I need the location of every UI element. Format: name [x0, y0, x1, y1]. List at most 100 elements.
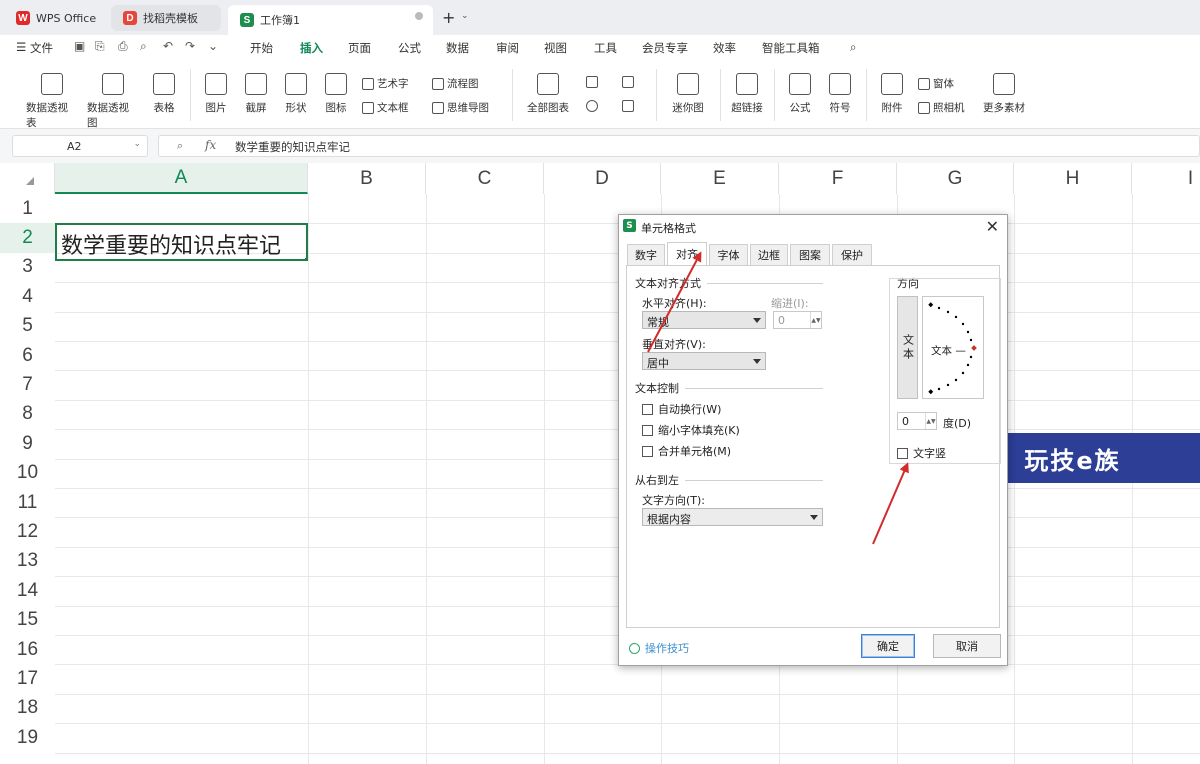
row-header-11[interactable]: 11	[0, 488, 55, 517]
close-icon[interactable]: ✕	[986, 217, 999, 236]
indent-spinner[interactable]: 0 ▲▼	[773, 311, 822, 329]
column-header-e[interactable]: E	[661, 163, 779, 194]
operation-tips-link[interactable]: 操作技巧	[629, 640, 689, 656]
menu-tools[interactable]: 工具	[594, 40, 617, 56]
column-header-d[interactable]: D	[544, 163, 661, 194]
table-button[interactable]: 表格	[148, 61, 180, 115]
window-button[interactable]: 窗体	[918, 76, 954, 91]
select-all-corner[interactable]	[0, 163, 55, 194]
ok-button[interactable]: 确定	[861, 634, 915, 658]
more-materials-button[interactable]: 更多素材	[978, 61, 1030, 115]
search-icon[interactable]: ⌕	[850, 40, 856, 55]
menu-member[interactable]: 会员专享	[642, 40, 688, 56]
shape-button[interactable]: 形状	[280, 61, 312, 115]
icon-button[interactable]: 图标	[322, 61, 350, 115]
camera-button[interactable]: 照相机	[918, 100, 965, 115]
vertical-text-button[interactable]: 文本	[897, 296, 918, 399]
flowchart-button[interactable]: 流程图	[432, 76, 479, 91]
tab-pattern[interactable]: 图案	[790, 244, 830, 265]
menu-data[interactable]: 数据	[446, 40, 469, 56]
scatter-chart-button[interactable]	[622, 100, 637, 112]
menu-page[interactable]: 页面	[348, 40, 371, 56]
chevron-down-icon[interactable]: ⌄	[461, 11, 469, 21]
pie-chart-button[interactable]	[586, 100, 601, 112]
column-header-g[interactable]: G	[897, 163, 1014, 194]
menu-smart-tools[interactable]: 智能工具箱	[762, 40, 820, 56]
tab-workbook[interactable]: S 工作簿1 x	[228, 5, 433, 35]
row-header-14[interactable]: 14	[0, 576, 55, 605]
art-text-button[interactable]: 艺术字	[362, 76, 409, 91]
row-header-15[interactable]: 15	[0, 606, 55, 635]
chevron-down-icon[interactable]: ⌄	[208, 39, 222, 53]
menu-insert[interactable]: 插入	[300, 40, 323, 56]
checkbox-box[interactable]	[642, 424, 653, 436]
tab-close-icon[interactable]: x	[415, 12, 423, 20]
tab-wps-office[interactable]: W WPS Office	[4, 5, 104, 31]
column-header-b[interactable]: B	[308, 163, 426, 194]
degree-spinner[interactable]: 0 ▲▼	[897, 412, 937, 430]
picture-button[interactable]: 图片	[200, 61, 232, 115]
formula-input[interactable]: ⌕ fx 数学重要的知识点牢记	[158, 135, 1200, 157]
spinner-arrows-icon[interactable]: ▲▼	[810, 312, 821, 328]
tab-alignment[interactable]: 对齐	[667, 242, 707, 265]
row-header-2[interactable]: 2	[0, 223, 55, 253]
menu-efficiency[interactable]: 效率	[713, 40, 736, 56]
tab-protection[interactable]: 保护	[832, 244, 872, 265]
cancel-button[interactable]: 取消	[933, 634, 1001, 658]
tab-border[interactable]: 边框	[750, 244, 788, 265]
zoom-icon[interactable]: ⌕	[177, 139, 183, 153]
row-header-18[interactable]: 18	[0, 694, 55, 723]
orientation-dial[interactable]: 文本 —	[922, 296, 984, 399]
column-header-c[interactable]: C	[426, 163, 544, 194]
name-box[interactable]: A2 ⌄	[12, 135, 148, 157]
row-header-13[interactable]: 13	[0, 547, 55, 576]
checkbox-box[interactable]	[642, 445, 653, 457]
row-header-10[interactable]: 10	[0, 459, 55, 488]
row-header-1[interactable]: 1	[0, 194, 55, 223]
row-header-16[interactable]: 16	[0, 635, 55, 664]
cell-a2[interactable]: 数学重要的知识点牢记	[55, 223, 308, 261]
undo-icon[interactable]: ↶	[163, 39, 177, 53]
row-header-6[interactable]: 6	[0, 341, 55, 370]
row-header-8[interactable]: 8	[0, 400, 55, 429]
spinner-arrows-icon[interactable]: ▲▼	[925, 413, 936, 429]
export-icon[interactable]: ⎘	[95, 39, 109, 53]
redo-icon[interactable]: ↷	[185, 39, 199, 53]
column-chart-button[interactable]	[586, 76, 601, 88]
hyperlink-button[interactable]: 超链接	[730, 61, 764, 115]
vertical-text-checkbox[interactable]: 文字竖	[897, 445, 946, 461]
line-chart-button[interactable]	[622, 76, 637, 88]
shrink-to-fit-checkbox[interactable]: 缩小字体填充(K)	[642, 422, 740, 438]
horizontal-align-select[interactable]: 常规	[642, 311, 766, 329]
row-header-4[interactable]: 4	[0, 282, 55, 311]
new-tab-plus-icon[interactable]: +	[442, 8, 455, 27]
print-preview-icon[interactable]: ⌕	[140, 39, 154, 53]
symbol-button[interactable]: 符号	[824, 61, 856, 115]
text-direction-select[interactable]: 根据内容	[642, 508, 823, 526]
row-header-17[interactable]: 17	[0, 664, 55, 693]
menu-formula[interactable]: 公式	[398, 40, 421, 56]
all-charts-button[interactable]: 全部图表	[522, 61, 574, 115]
vertical-align-select[interactable]: 居中	[642, 352, 766, 370]
menu-review[interactable]: 审阅	[496, 40, 519, 56]
save-icon[interactable]: ▣	[74, 39, 88, 53]
print-icon[interactable]: ⎙	[118, 39, 132, 53]
row-header-7[interactable]: 7	[0, 370, 55, 399]
pivot-table-button[interactable]: 数据透视表	[26, 61, 78, 130]
mindmap-button[interactable]: 思维导图	[432, 100, 489, 115]
row-header-9[interactable]: 9	[0, 429, 55, 458]
column-header-f[interactable]: F	[779, 163, 897, 194]
tab-template[interactable]: D 找稻壳模板	[111, 5, 221, 31]
checkbox-box[interactable]	[897, 447, 908, 459]
menu-view[interactable]: 视图	[544, 40, 567, 56]
attachment-button[interactable]: 附件	[876, 61, 908, 115]
row-header-3[interactable]: 3	[0, 253, 55, 282]
fx-icon[interactable]: fx	[205, 138, 216, 152]
menu-file[interactable]: 文件	[30, 40, 53, 56]
screenshot-button[interactable]: 截屏	[240, 61, 272, 115]
tab-number[interactable]: 数字	[627, 244, 665, 265]
hamburger-icon[interactable]: ☰	[16, 40, 26, 54]
wrap-text-checkbox[interactable]: 自动换行(W)	[642, 401, 721, 417]
row-header-19[interactable]: 19	[0, 723, 55, 752]
pivot-chart-button[interactable]: 数据透视图	[87, 61, 139, 130]
